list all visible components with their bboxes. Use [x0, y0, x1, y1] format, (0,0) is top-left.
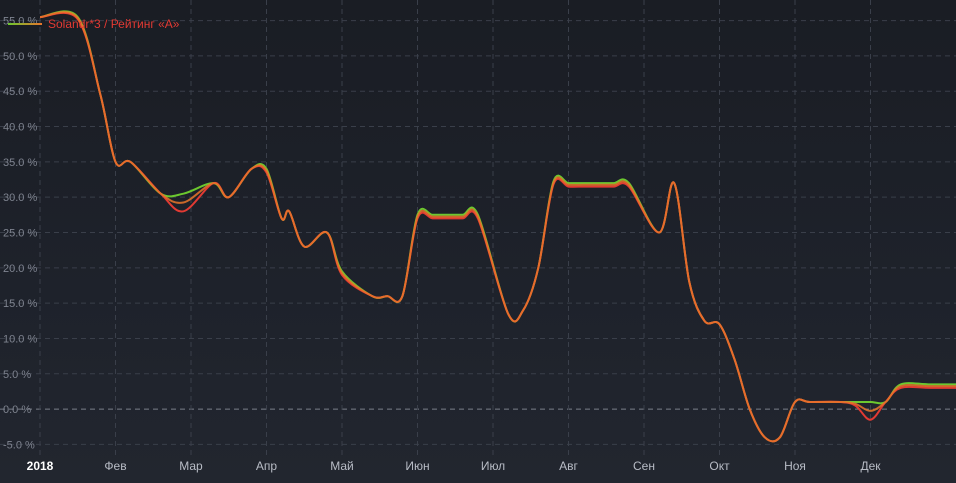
- chart-area: -5.0 % 0.0 % 5.0 % 10.0 % 15.0 % 20.0 % 25.0 %…: [0, 0, 956, 483]
- x-axis: 2018 Фев Мар Апр Май Июн Июл Авг Сен Окт Ноя Дек: [27, 459, 882, 473]
- x-tick-label: Фев: [104, 459, 126, 473]
- x-tick-label: Мар: [179, 459, 203, 473]
- series-line-green: [39, 10, 956, 443]
- grid: [0, 0, 956, 455]
- y-tick-label: 40.0 %: [3, 122, 37, 134]
- series-group: [39, 10, 956, 443]
- x-tick-label: Июн: [405, 459, 429, 473]
- series-overlap-line: [39, 11, 956, 443]
- legend: Solandr*3 / Рейтинг «А»: [8, 17, 179, 31]
- x-tick-label: 2018: [27, 459, 54, 473]
- x-tick-label: Май: [330, 459, 354, 473]
- y-tick-label: 50.0 %: [3, 51, 37, 63]
- y-tick-label: -5.0 %: [3, 439, 35, 451]
- x-tick-label: Окт: [709, 459, 730, 473]
- x-tick-label: Апр: [256, 459, 278, 473]
- legend-swatch: [8, 23, 42, 25]
- x-tick-label: Ноя: [784, 459, 806, 473]
- x-tick-label: Дек: [860, 459, 881, 473]
- x-tick-label: Сен: [633, 459, 655, 473]
- chart-svg: -5.0 % 0.0 % 5.0 % 10.0 % 15.0 % 20.0 % 25.0 %…: [0, 0, 956, 473]
- x-tick-label: Авг: [559, 459, 578, 473]
- legend-label: Solandr*3 / Рейтинг «А»: [48, 17, 180, 31]
- y-tick-label: 0.0 %: [3, 404, 31, 416]
- y-tick-label: 5.0 %: [3, 369, 31, 381]
- y-tick-label: 30.0 %: [3, 192, 37, 204]
- y-tick-label: 10.0 %: [3, 333, 37, 345]
- series-line-red: [39, 11, 956, 443]
- y-tick-label: 45.0 %: [3, 86, 37, 98]
- x-tick-label: Июл: [481, 459, 505, 473]
- y-axis: -5.0 % 0.0 % 5.0 % 10.0 % 15.0 % 20.0 % 25.0 %…: [3, 16, 37, 452]
- y-tick-label: 20.0 %: [3, 263, 37, 275]
- y-tick-label: 15.0 %: [3, 298, 37, 310]
- y-tick-label: 25.0 %: [3, 228, 37, 240]
- y-tick-label: 35.0 %: [3, 157, 37, 169]
